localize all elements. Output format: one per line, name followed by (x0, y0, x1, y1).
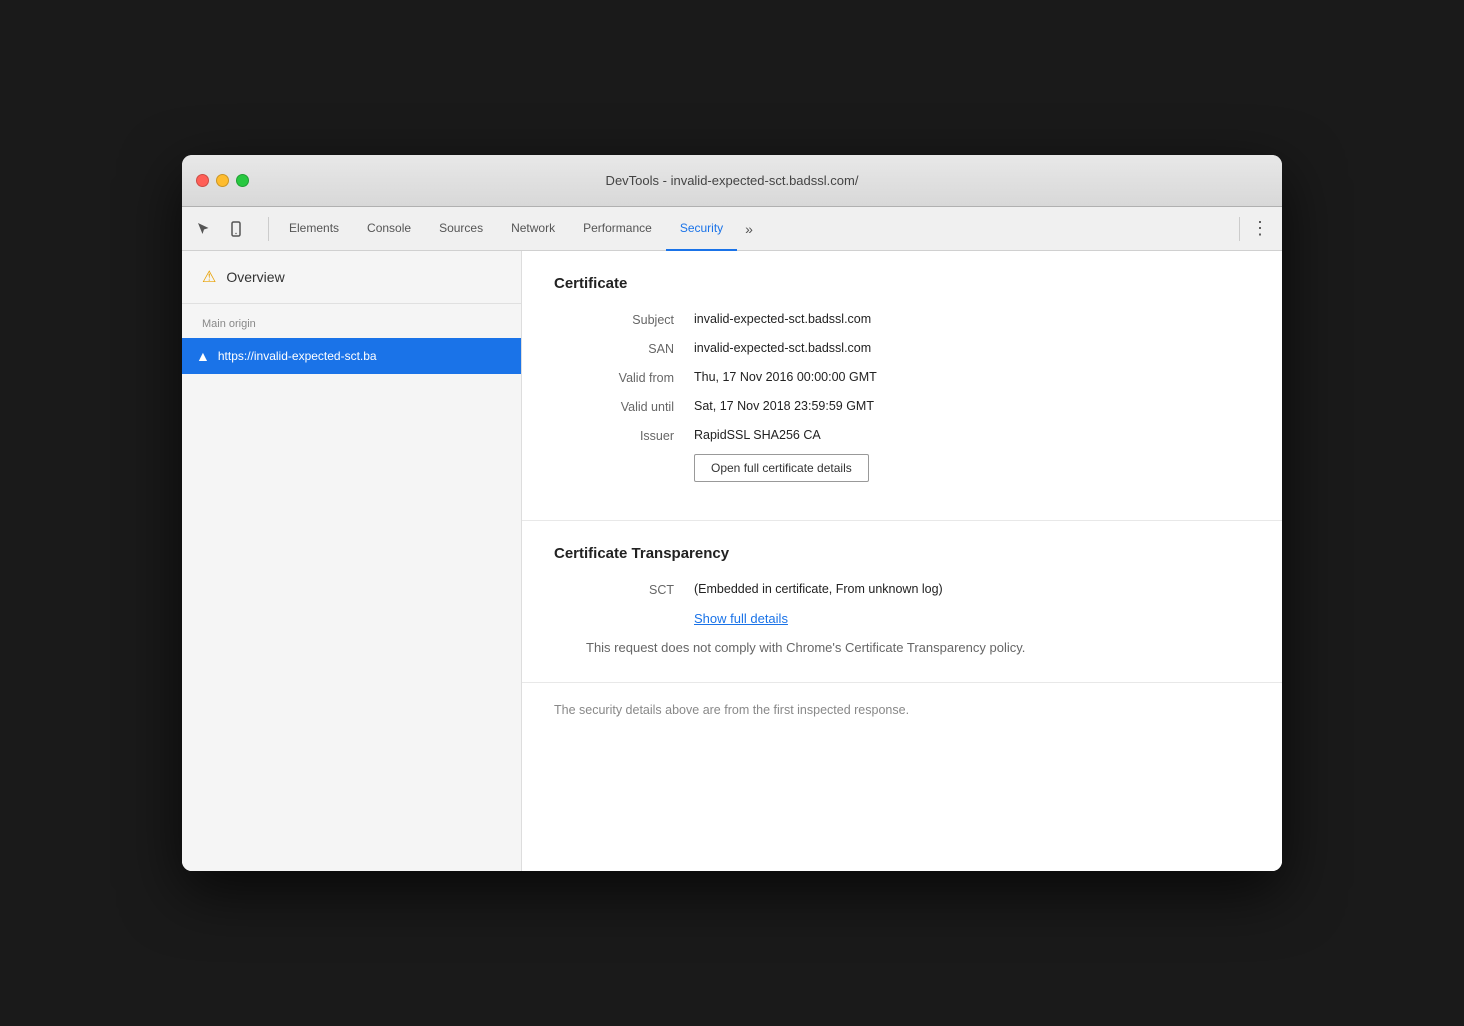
cert-valid-from-row: Valid from Thu, 17 Nov 2016 00:00:00 GMT (554, 370, 1250, 385)
maximize-button[interactable] (236, 174, 249, 187)
cert-issuer-value: RapidSSL SHA256 CA Open full certificate… (694, 428, 1250, 482)
mobile-tool-button[interactable] (222, 215, 250, 243)
origin-url: https://invalid-expected-sct.ba (218, 349, 377, 363)
cert-valid-from-value: Thu, 17 Nov 2016 00:00:00 GMT (694, 370, 1250, 384)
sct-label: SCT (554, 582, 694, 597)
cursor-icon (196, 221, 212, 237)
toolbar-icons (190, 215, 250, 243)
overview-label: Overview (226, 269, 284, 285)
transparency-title: Certificate Transparency (554, 545, 1250, 562)
window-title: DevTools - invalid-expected-sct.badssl.c… (606, 173, 859, 188)
show-full-details-link[interactable]: Show full details (694, 611, 1250, 626)
cert-san-row: SAN invalid-expected-sct.badssl.com (554, 341, 1250, 356)
cursor-tool-button[interactable] (190, 215, 218, 243)
transparency-policy-note: This request does not comply with Chrome… (586, 638, 1218, 658)
tab-sources[interactable]: Sources (425, 207, 497, 251)
tab-security[interactable]: Security (666, 207, 737, 251)
tab-network[interactable]: Network (497, 207, 569, 251)
footer-note: The security details above are from the … (522, 683, 1282, 737)
cert-subject-row: Subject invalid-expected-sct.badssl.com (554, 312, 1250, 327)
cert-btn-row: Open full certificate details (694, 446, 1250, 482)
tab-console[interactable]: Console (353, 207, 425, 251)
content-area: ⚠ Overview Main origin ▲ https://invalid… (182, 251, 1282, 871)
cert-subject-value: invalid-expected-sct.badssl.com (694, 312, 1250, 326)
cert-issuer-row: Issuer RapidSSL SHA256 CA Open full cert… (554, 428, 1250, 482)
toolbar-end: ⋮ (1233, 215, 1274, 243)
certificate-table: Subject invalid-expected-sct.badssl.com … (554, 312, 1250, 482)
main-origin-label: Main origin (182, 304, 521, 338)
mobile-icon (228, 221, 244, 237)
toolbar: Elements Console Sources Network Perform… (182, 207, 1282, 251)
sidebar: ⚠ Overview Main origin ▲ https://invalid… (182, 251, 522, 871)
certificate-title: Certificate (554, 275, 1250, 292)
sct-value: (Embedded in certificate, From unknown l… (694, 582, 1250, 596)
titlebar: DevTools - invalid-expected-sct.badssl.c… (182, 155, 1282, 207)
cert-valid-until-value: Sat, 17 Nov 2018 23:59:59 GMT (694, 399, 1250, 413)
traffic-lights (196, 174, 249, 187)
tab-elements[interactable]: Elements (275, 207, 353, 251)
overview-item[interactable]: ⚠ Overview (182, 251, 521, 304)
tab-performance[interactable]: Performance (569, 207, 666, 251)
toolbar-end-divider (1239, 217, 1240, 241)
cert-san-label: SAN (554, 341, 694, 356)
origin-warning-icon: ▲ (196, 348, 210, 364)
cert-san-value: invalid-expected-sct.badssl.com (694, 341, 1250, 355)
origin-item[interactable]: ▲ https://invalid-expected-sct.ba (182, 338, 521, 374)
toolbar-divider (268, 217, 269, 241)
cert-issuer-label: Issuer (554, 428, 694, 443)
devtools-window: DevTools - invalid-expected-sct.badssl.c… (182, 155, 1282, 871)
cert-valid-until-row: Valid until Sat, 17 Nov 2018 23:59:59 GM… (554, 399, 1250, 414)
cert-valid-until-label: Valid until (554, 399, 694, 414)
open-certificate-button[interactable]: Open full certificate details (694, 454, 869, 482)
cert-valid-from-label: Valid from (554, 370, 694, 385)
cert-subject-label: Subject (554, 312, 694, 327)
devtools-menu-button[interactable]: ⋮ (1246, 215, 1274, 243)
certificate-section: Certificate Subject invalid-expected-sct… (522, 251, 1282, 521)
transparency-section: Certificate Transparency SCT (Embedded i… (522, 521, 1282, 683)
overview-warning-icon: ⚠ (202, 267, 216, 287)
minimize-button[interactable] (216, 174, 229, 187)
tab-bar: Elements Console Sources Network Perform… (275, 207, 1233, 251)
close-button[interactable] (196, 174, 209, 187)
tab-more-button[interactable]: » (737, 207, 761, 251)
sct-row: SCT (Embedded in certificate, From unkno… (554, 582, 1250, 597)
main-panel: Certificate Subject invalid-expected-sct… (522, 251, 1282, 871)
